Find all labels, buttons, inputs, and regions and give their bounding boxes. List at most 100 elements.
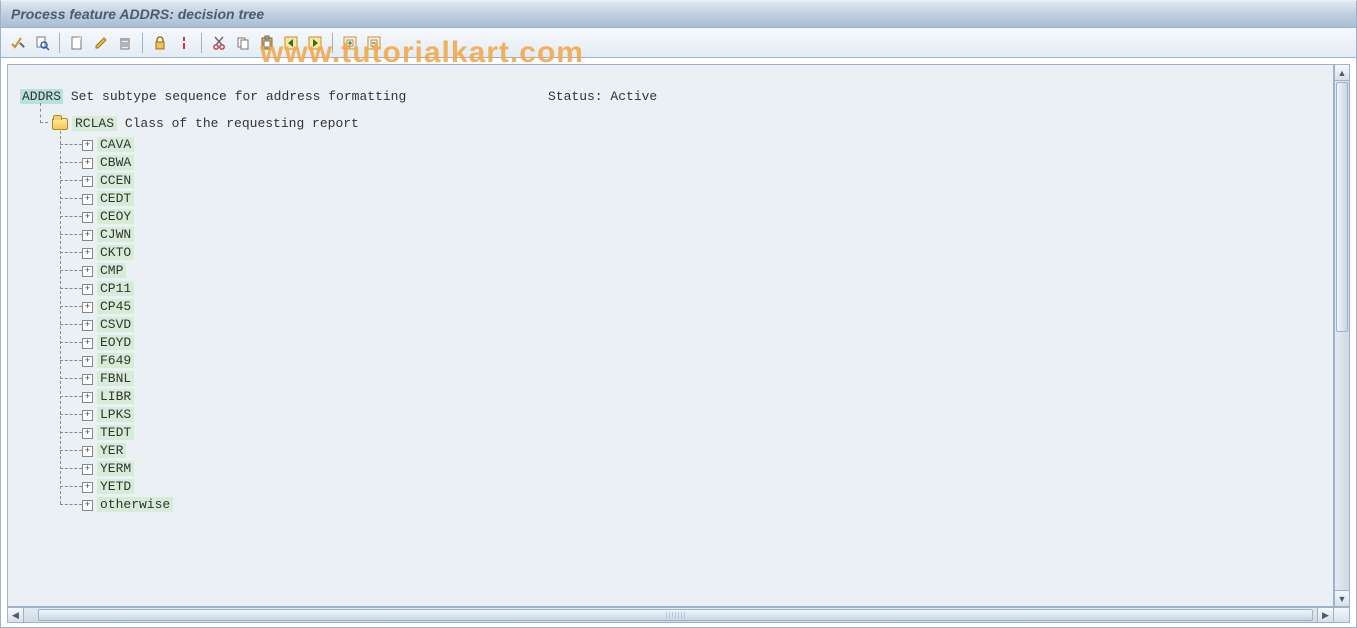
expand-collapse-icon[interactable]: +	[82, 320, 93, 331]
tree-leaf-node[interactable]: + CSVD	[60, 315, 1333, 333]
titlebar: Process feature ADDRS: decision tree	[0, 0, 1357, 28]
pencil-icon[interactable]	[90, 32, 112, 54]
expand-icon[interactable]	[339, 32, 361, 54]
leaf-label: YER	[97, 443, 126, 458]
scroll-down-icon[interactable]: ▼	[1335, 590, 1349, 606]
cut-icon[interactable]	[208, 32, 230, 54]
toolbar	[0, 28, 1357, 58]
expand-collapse-icon[interactable]: +	[82, 446, 93, 457]
leaf-label: CBWA	[97, 155, 134, 170]
tree-leaf-node[interactable]: +CP11	[60, 279, 1333, 297]
tree-leaf-node[interactable]: + otherwise	[60, 495, 1333, 513]
leaf-label: CAVA	[97, 137, 134, 152]
tree-leaf-node[interactable]: + FBNL	[60, 369, 1333, 387]
expand-collapse-icon[interactable]: +	[82, 284, 93, 295]
expand-collapse-icon[interactable]: +	[82, 176, 93, 187]
expand-collapse-icon[interactable]: +	[82, 500, 93, 511]
leaf-label: F649	[97, 353, 134, 368]
tree-leaf-node[interactable]: + TEDT	[60, 423, 1333, 441]
sap-window: Process feature ADDRS: decision tree www…	[0, 0, 1357, 628]
tree-leaf-node[interactable]: + EOYD	[60, 333, 1333, 351]
new-page-icon[interactable]	[66, 32, 88, 54]
trash-icon[interactable]	[114, 32, 136, 54]
collapse-icon[interactable]	[363, 32, 385, 54]
tree-leaf-node[interactable]: +CEOY	[60, 207, 1333, 225]
splitter-handle[interactable]	[1333, 608, 1349, 622]
tree-leaf-node[interactable]: + CKTO	[60, 243, 1333, 261]
separator	[142, 33, 143, 53]
scroll-left-icon[interactable]: ◀	[8, 608, 24, 622]
leaf-label: LIBR	[97, 389, 134, 404]
tree-leaf-node[interactable]: + YETD	[60, 477, 1333, 495]
leaf-label: CMP	[97, 263, 126, 278]
scroll-up-icon[interactable]: ▲	[1335, 65, 1349, 81]
tree-leaf-node[interactable]: + CAVA	[60, 135, 1333, 153]
scroll-right-icon[interactable]: ▶	[1317, 608, 1333, 622]
leaf-label: LPKS	[97, 407, 134, 422]
tree-root-node[interactable]: ADDRS Set subtype sequence for address f…	[16, 89, 1333, 104]
leaf-label: FBNL	[97, 371, 134, 386]
leaf-label: CJWN	[97, 227, 134, 242]
expand-collapse-icon[interactable]: +	[82, 464, 93, 475]
root-desc: Set subtype sequence for address formatt…	[63, 89, 406, 104]
expand-collapse-icon[interactable]: +	[82, 410, 93, 421]
tree-leaf-node[interactable]: + LIBR	[60, 387, 1333, 405]
tree-leaf-node[interactable]: + YER	[60, 441, 1333, 459]
expand-collapse-icon[interactable]: +	[82, 194, 93, 205]
expand-collapse-icon[interactable]: +	[82, 482, 93, 493]
expand-collapse-icon[interactable]: +	[82, 230, 93, 241]
copy-icon[interactable]	[232, 32, 254, 54]
vertical-scrollbar[interactable]: ▲ ▼	[1334, 64, 1350, 607]
expand-collapse-icon[interactable]: +	[82, 392, 93, 403]
leaf-label: EOYD	[97, 335, 134, 350]
expand-collapse-icon[interactable]: +	[82, 158, 93, 169]
tree-leaf-node[interactable]: + CMP	[60, 261, 1333, 279]
tree-leaf-node[interactable]: + CEDT	[60, 189, 1333, 207]
leaf-label: otherwise	[97, 497, 173, 512]
leaf-label: TEDT	[97, 425, 134, 440]
tree-leaf-node[interactable]: + LPKS	[60, 405, 1333, 423]
tree-leaf-node[interactable]: + CBWA	[60, 153, 1333, 171]
scroll-thumb[interactable]	[1336, 82, 1348, 332]
level1-key: RCLAS	[72, 116, 117, 131]
nav-right-icon[interactable]	[304, 32, 326, 54]
check-wrench-icon[interactable]	[7, 32, 29, 54]
level1-desc: Class of the requesting report	[117, 116, 359, 131]
expand-collapse-icon[interactable]: +	[82, 338, 93, 349]
tree-leaf-node[interactable]: + CP45	[60, 297, 1333, 315]
separator	[332, 33, 333, 53]
expand-collapse-icon[interactable]: +	[82, 248, 93, 259]
search-doc-icon[interactable]	[31, 32, 53, 54]
leaf-label: CSVD	[97, 317, 134, 332]
horizontal-scrollbar[interactable]: ◀ ▶	[7, 607, 1350, 623]
status: Status: Active	[548, 89, 657, 104]
lock-icon[interactable]	[149, 32, 171, 54]
expand-collapse-icon[interactable]: +	[82, 374, 93, 385]
info-icon[interactable]	[173, 32, 195, 54]
window-title: Process feature ADDRS: decision tree	[11, 6, 264, 22]
expand-collapse-icon[interactable]: +	[82, 212, 93, 223]
expand-collapse-icon[interactable]: +	[82, 302, 93, 313]
leaf-label: YERM	[97, 461, 134, 476]
tree-leaf-node[interactable]: + CJWN	[60, 225, 1333, 243]
nav-left-icon[interactable]	[280, 32, 302, 54]
expand-collapse-icon[interactable]: +	[82, 356, 93, 367]
expand-collapse-icon[interactable]: +	[82, 266, 93, 277]
folder-open-icon	[52, 118, 68, 130]
separator	[201, 33, 202, 53]
content-wrap: ADDRS Set subtype sequence for address f…	[0, 58, 1357, 628]
leaf-label: CKTO	[97, 245, 134, 260]
tree-level1-node[interactable]: RCLAS Class of the requesting report	[52, 116, 1333, 131]
paste-icon[interactable]	[256, 32, 278, 54]
leaf-label: CP45	[97, 299, 134, 314]
separator	[59, 33, 60, 53]
tree-leaf-node[interactable]: + F649	[60, 351, 1333, 369]
leaf-label: YETD	[97, 479, 134, 494]
tree-leaf-node[interactable]: + YERM	[60, 459, 1333, 477]
leaf-label: CEDT	[97, 191, 134, 206]
tree-leaf-node[interactable]: + CCEN	[60, 171, 1333, 189]
expand-collapse-icon[interactable]: +	[82, 140, 93, 151]
leaf-label: CCEN	[97, 173, 134, 188]
expand-collapse-icon[interactable]: +	[82, 428, 93, 439]
scroll-thumb-h[interactable]	[38, 609, 1313, 621]
